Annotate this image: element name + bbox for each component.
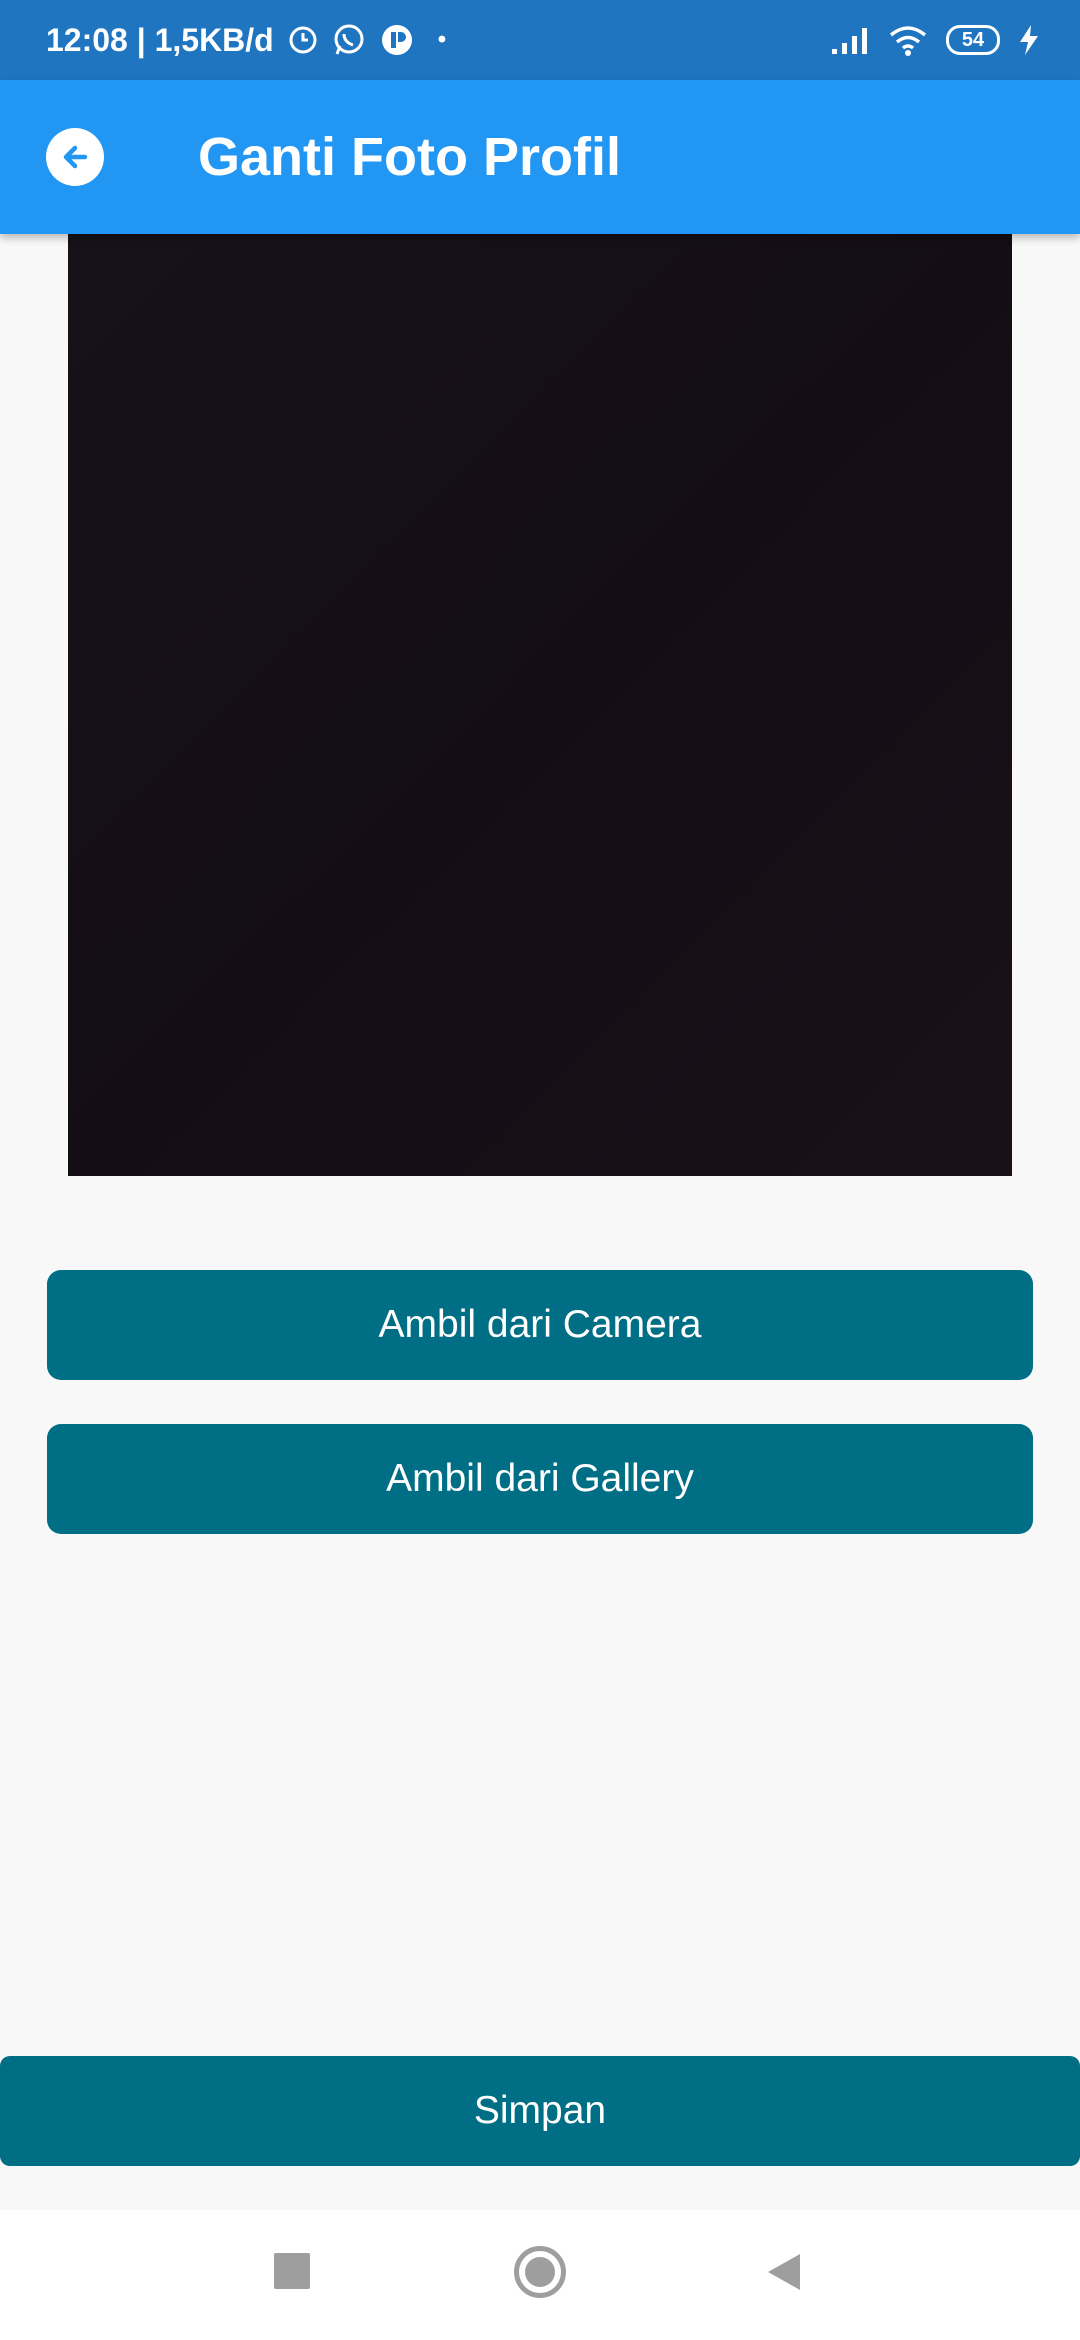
signal-icon [830,25,870,55]
take-from-gallery-button[interactable]: Ambil dari Gallery [47,1424,1033,1534]
home-icon[interactable] [514,2246,566,2298]
wifi-icon [888,24,928,56]
home-icon-center [525,2257,555,2287]
take-from-camera-button[interactable]: Ambil dari Camera [47,1270,1033,1380]
page-title: Ganti Foto Profil [198,127,621,187]
save-button[interactable]: Simpan [0,2056,1080,2166]
profile-photo-preview [68,234,1012,1176]
save-label: Simpan [473,2089,607,2132]
status-time-speed: 12:08 | 1,5KB/d [46,21,274,58]
app-bar: Ganti Foto Profil [0,80,1080,234]
recents-icon[interactable] [274,2253,310,2289]
back-icon[interactable] [766,2252,802,2292]
whatsapp-icon [332,23,366,57]
take-from-gallery-label: Ambil dari Gallery [386,1457,694,1500]
arrow-left-icon [57,139,93,175]
status-dot: • [437,26,447,53]
status-bar: 12:08 | 1,5KB/d • 54 [0,0,1080,80]
status-right: 54 [830,24,1040,56]
take-from-camera-label: Ambil dari Camera [378,1303,702,1346]
screen: 12:08 | 1,5KB/d • 54 Ganti Foto Profil A… [0,0,1080,2340]
back-button[interactable] [46,128,104,186]
app-icon [380,23,414,57]
charging-icon [1018,24,1040,56]
alarm-icon [288,25,318,55]
navigation-bar [0,2210,1080,2340]
battery-level: 54 [961,28,985,51]
battery-icon: 54 [946,25,1000,55]
status-left: 12:08 | 1,5KB/d • [46,22,446,59]
